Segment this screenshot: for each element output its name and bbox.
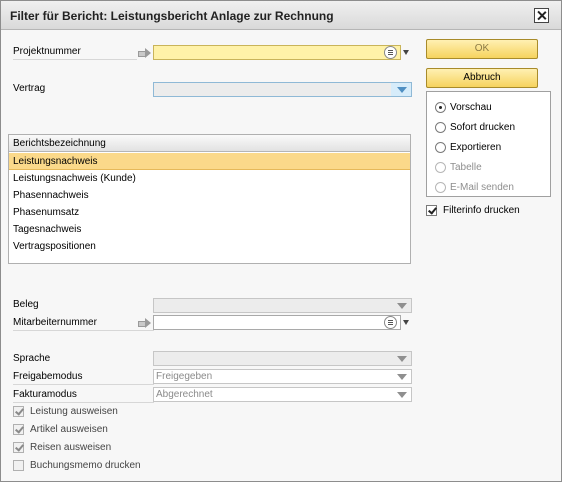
mitarbeiternummer-input[interactable]	[153, 315, 401, 330]
projektnummer-input[interactable]	[153, 45, 401, 60]
option-label: Sofort drucken	[450, 122, 516, 133]
fakturamodus-label-row: Fakturamodus	[13, 388, 154, 403]
report-item[interactable]: Leistungsnachweis	[9, 153, 410, 170]
report-item[interactable]: Phasenumsatz	[9, 204, 410, 221]
radio-button[interactable]	[435, 102, 446, 113]
option-label: Vorschau	[450, 102, 492, 113]
option-label: E-Mail senden	[450, 182, 514, 193]
vertrag-label-row: Vertrag	[13, 82, 137, 97]
report-item-label: Phasennachweis	[13, 190, 89, 201]
vertrag-select[interactable]	[153, 82, 412, 97]
beleg-label-row: Beleg	[13, 298, 137, 313]
buchungsmemo-drucken-checkbox	[13, 460, 24, 471]
checkbox-label: Leistung ausweisen	[30, 406, 118, 417]
radio-button	[435, 162, 446, 173]
leistung-ausweisen-checkbox	[13, 406, 24, 417]
artikel-ausweisen-checkbox	[13, 424, 24, 435]
link-arrow-icon[interactable]	[138, 318, 152, 328]
report-item[interactable]: Leistungsnachweis (Kunde)	[9, 170, 410, 187]
report-item-label: Leistungsnachweis (Kunde)	[13, 173, 136, 184]
freigabemodus-label: Freigabemodus	[13, 371, 83, 382]
choose-from-list-icon[interactable]	[384, 46, 397, 59]
freigabemodus-value: Freigegeben	[156, 371, 213, 382]
report-item[interactable]: Phasennachweis	[9, 187, 410, 204]
freigabemodus-label-row: Freigabemodus	[13, 370, 154, 385]
vertrag-label: Vertrag	[13, 83, 46, 94]
checkbox-label: Artikel ausweisen	[30, 424, 108, 435]
freigabemodus-select[interactable]: Freigegeben	[153, 369, 412, 384]
chevron-down-icon	[397, 356, 407, 362]
checkbox-label: Reisen ausweisen	[30, 442, 112, 453]
ok-button[interactable]: OK	[426, 39, 538, 59]
projektnummer-label: Projektnummer	[13, 46, 81, 57]
sprache-label-row: Sprache	[13, 352, 137, 367]
report-item-label: Vertragspositionen	[13, 241, 96, 252]
filterinfo-label: Filterinfo drucken	[443, 205, 520, 216]
filterinfo-checkbox[interactable]	[426, 205, 437, 216]
reisen-ausweisen-checkbox	[13, 442, 24, 453]
link-arrow-icon[interactable]	[138, 48, 152, 58]
report-item-label: Tagesnachweis	[13, 224, 82, 235]
radio-button[interactable]	[435, 122, 446, 133]
output-options-group: Vorschau Sofort drucken Exportieren Tabe…	[426, 91, 551, 197]
mitarbeiternummer-label-row: Mitarbeiternummer	[13, 316, 154, 331]
report-list[interactable]: Berichtsbezeichnung Leistungsnachweis Le…	[8, 134, 411, 264]
filter-dialog: Filter für Bericht: Leistungsbericht Anl…	[0, 0, 562, 482]
beleg-select[interactable]	[153, 298, 412, 313]
radio-button	[435, 182, 446, 193]
report-item[interactable]: Vertragspositionen	[9, 238, 410, 255]
option-label: Tabelle	[450, 162, 482, 173]
dialog-title: Filter für Bericht: Leistungsbericht Anl…	[10, 9, 334, 23]
choose-from-list-icon[interactable]	[384, 316, 397, 329]
cancel-button[interactable]: Abbruch	[426, 68, 538, 88]
sprache-select[interactable]	[153, 351, 412, 366]
checkbox-label: Buchungsmemo drucken	[30, 460, 141, 471]
report-item-label: Leistungsnachweis	[13, 156, 98, 167]
beleg-label: Beleg	[13, 299, 39, 310]
column-header-berichtsbezeichnung: Berichtsbezeichnung	[13, 138, 106, 149]
fakturamodus-value: Abgerechnet	[156, 389, 213, 400]
fakturamodus-label: Fakturamodus	[13, 389, 77, 400]
sprache-label: Sprache	[13, 353, 51, 364]
option-label: Exportieren	[450, 142, 502, 153]
mitarbeiternummer-label: Mitarbeiternummer	[13, 317, 97, 328]
report-list-header[interactable]: Berichtsbezeichnung	[9, 135, 410, 152]
chevron-down-icon	[397, 392, 407, 398]
chevron-down-icon	[397, 303, 407, 309]
fakturamodus-select[interactable]: Abgerechnet	[153, 387, 412, 402]
chevron-down-icon[interactable]	[403, 320, 409, 325]
chevron-down-icon	[397, 87, 407, 93]
report-item[interactable]: Tagesnachweis	[9, 221, 410, 238]
radio-button[interactable]	[435, 142, 446, 153]
report-item-label: Phasenumsatz	[13, 207, 80, 218]
projektnummer-label-row: Projektnummer	[13, 45, 137, 60]
chevron-down-icon[interactable]	[403, 50, 409, 55]
close-icon[interactable]	[534, 8, 549, 23]
chevron-down-icon	[397, 374, 407, 380]
title-bar: Filter für Bericht: Leistungsbericht Anl…	[1, 1, 561, 30]
